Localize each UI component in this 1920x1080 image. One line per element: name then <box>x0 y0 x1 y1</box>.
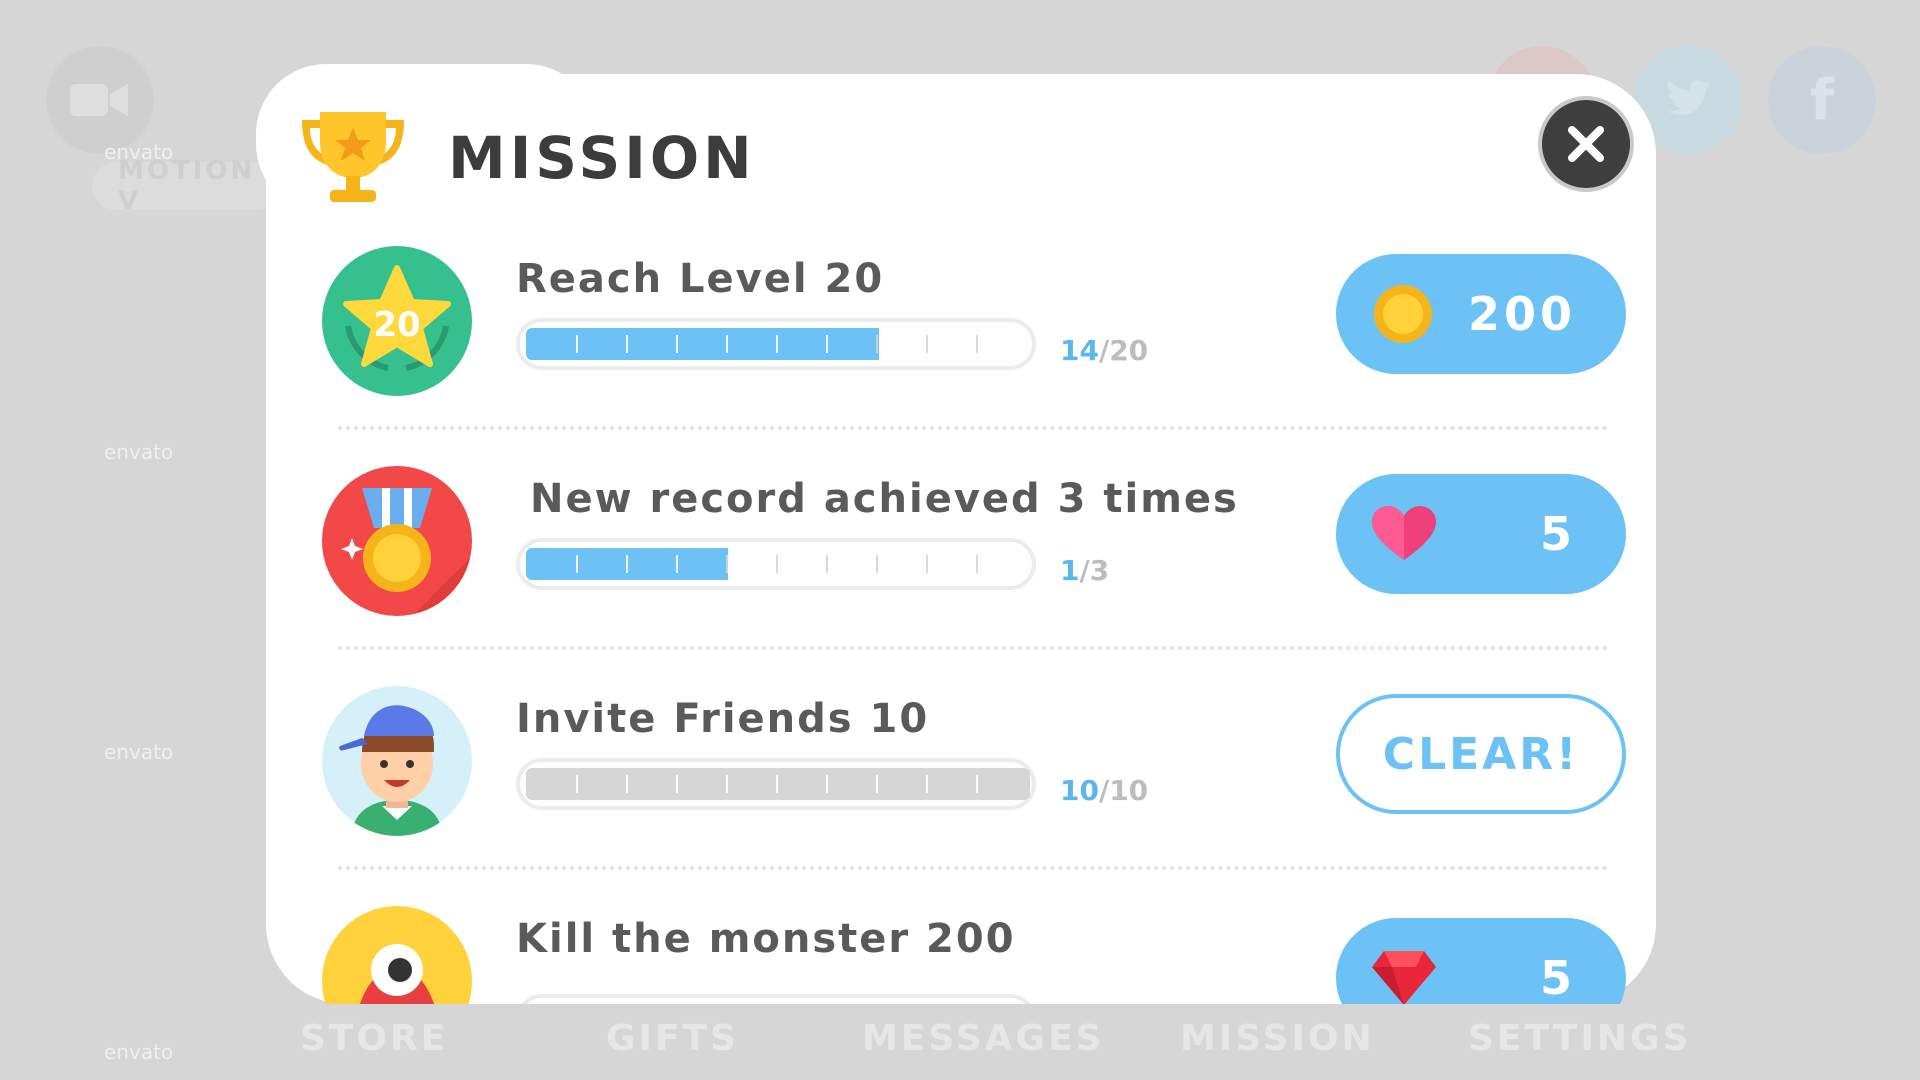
mission-title: Reach Level 20 <box>516 256 885 302</box>
mission-row: Invite Friends 10 10/10 CLEAR! <box>322 658 1632 838</box>
progress-tick <box>726 555 728 573</box>
level-star-icon: 20 <box>322 246 472 396</box>
progress-tick <box>576 775 578 793</box>
progress-done: 10 <box>1060 774 1099 807</box>
progress-done: 14 <box>1060 334 1099 367</box>
heart-icon <box>1372 506 1436 560</box>
progress-tick <box>776 555 778 573</box>
progress-total: /20 <box>1098 334 1149 367</box>
mission-list: 20 Reach Level 20 14/20 200 New record a… <box>0 0 1920 1080</box>
monster-icon <box>322 906 472 1004</box>
progress-tick <box>826 775 828 793</box>
progress-tick <box>976 335 978 353</box>
reward-amount: 5 <box>1539 507 1576 561</box>
progress-tick <box>826 335 828 353</box>
progress-count: 1/3 <box>1060 554 1109 587</box>
progress-tick <box>776 775 778 793</box>
progress-tick <box>576 555 578 573</box>
progress-bar <box>516 538 1036 590</box>
reward-amount: 5 <box>1539 951 1576 1004</box>
progress-tick <box>876 335 878 353</box>
clear-label: CLEAR! <box>1382 728 1580 780</box>
progress-tick <box>676 335 678 353</box>
progress-tick <box>976 555 978 573</box>
progress-tick <box>926 775 928 793</box>
gold-coin-icon <box>1374 285 1432 343</box>
progress-tick <box>876 775 878 793</box>
medal-icon <box>322 466 472 616</box>
progress-tick <box>676 775 678 793</box>
progress-tick <box>976 775 978 793</box>
progress-tick <box>776 335 778 353</box>
progress-bar <box>516 758 1036 810</box>
progress-tick <box>676 555 678 573</box>
progress-count: 10/10 <box>1060 774 1148 807</box>
progress-total: /3 <box>1079 554 1110 587</box>
progress-tick <box>926 335 928 353</box>
reward-amount: 200 <box>1467 287 1576 341</box>
progress-tick <box>876 555 878 573</box>
mission-row: New record achieved 3 times 1/3 5 <box>322 438 1632 618</box>
progress-tick <box>726 335 728 353</box>
reward-button[interactable]: 5 <box>1336 918 1626 1004</box>
progress-done: 1 <box>1060 554 1080 587</box>
progress-bar <box>516 994 1036 1004</box>
progress-tick <box>626 335 628 353</box>
level-number: 20 <box>373 305 420 345</box>
progress-total: /10 <box>1098 774 1149 807</box>
mission-row: Kill the monster 200 5 <box>322 878 1632 1004</box>
row-divider <box>338 866 1608 870</box>
ruby-gem-icon <box>1372 951 1436 1004</box>
row-divider <box>338 646 1608 650</box>
progress-bar <box>516 318 1036 370</box>
mission-title: Invite Friends 10 <box>516 696 930 742</box>
progress-tick <box>626 775 628 793</box>
progress-count: 14/20 <box>1060 334 1148 367</box>
boy-avatar-icon <box>322 686 472 836</box>
clear-button[interactable]: CLEAR! <box>1336 694 1626 814</box>
row-divider <box>338 426 1608 430</box>
progress-tick <box>926 555 928 573</box>
mission-title: Kill the monster 200 <box>516 916 1016 962</box>
progress-tick <box>826 555 828 573</box>
mission-row: 20 Reach Level 20 14/20 200 <box>322 218 1632 398</box>
reward-button[interactable]: 5 <box>1336 474 1626 594</box>
reward-button[interactable]: 200 <box>1336 254 1626 374</box>
progress-fill <box>526 768 1030 800</box>
progress-tick <box>626 555 628 573</box>
progress-tick <box>726 775 728 793</box>
mission-title: New record achieved 3 times <box>530 476 1239 522</box>
progress-tick <box>576 335 578 353</box>
